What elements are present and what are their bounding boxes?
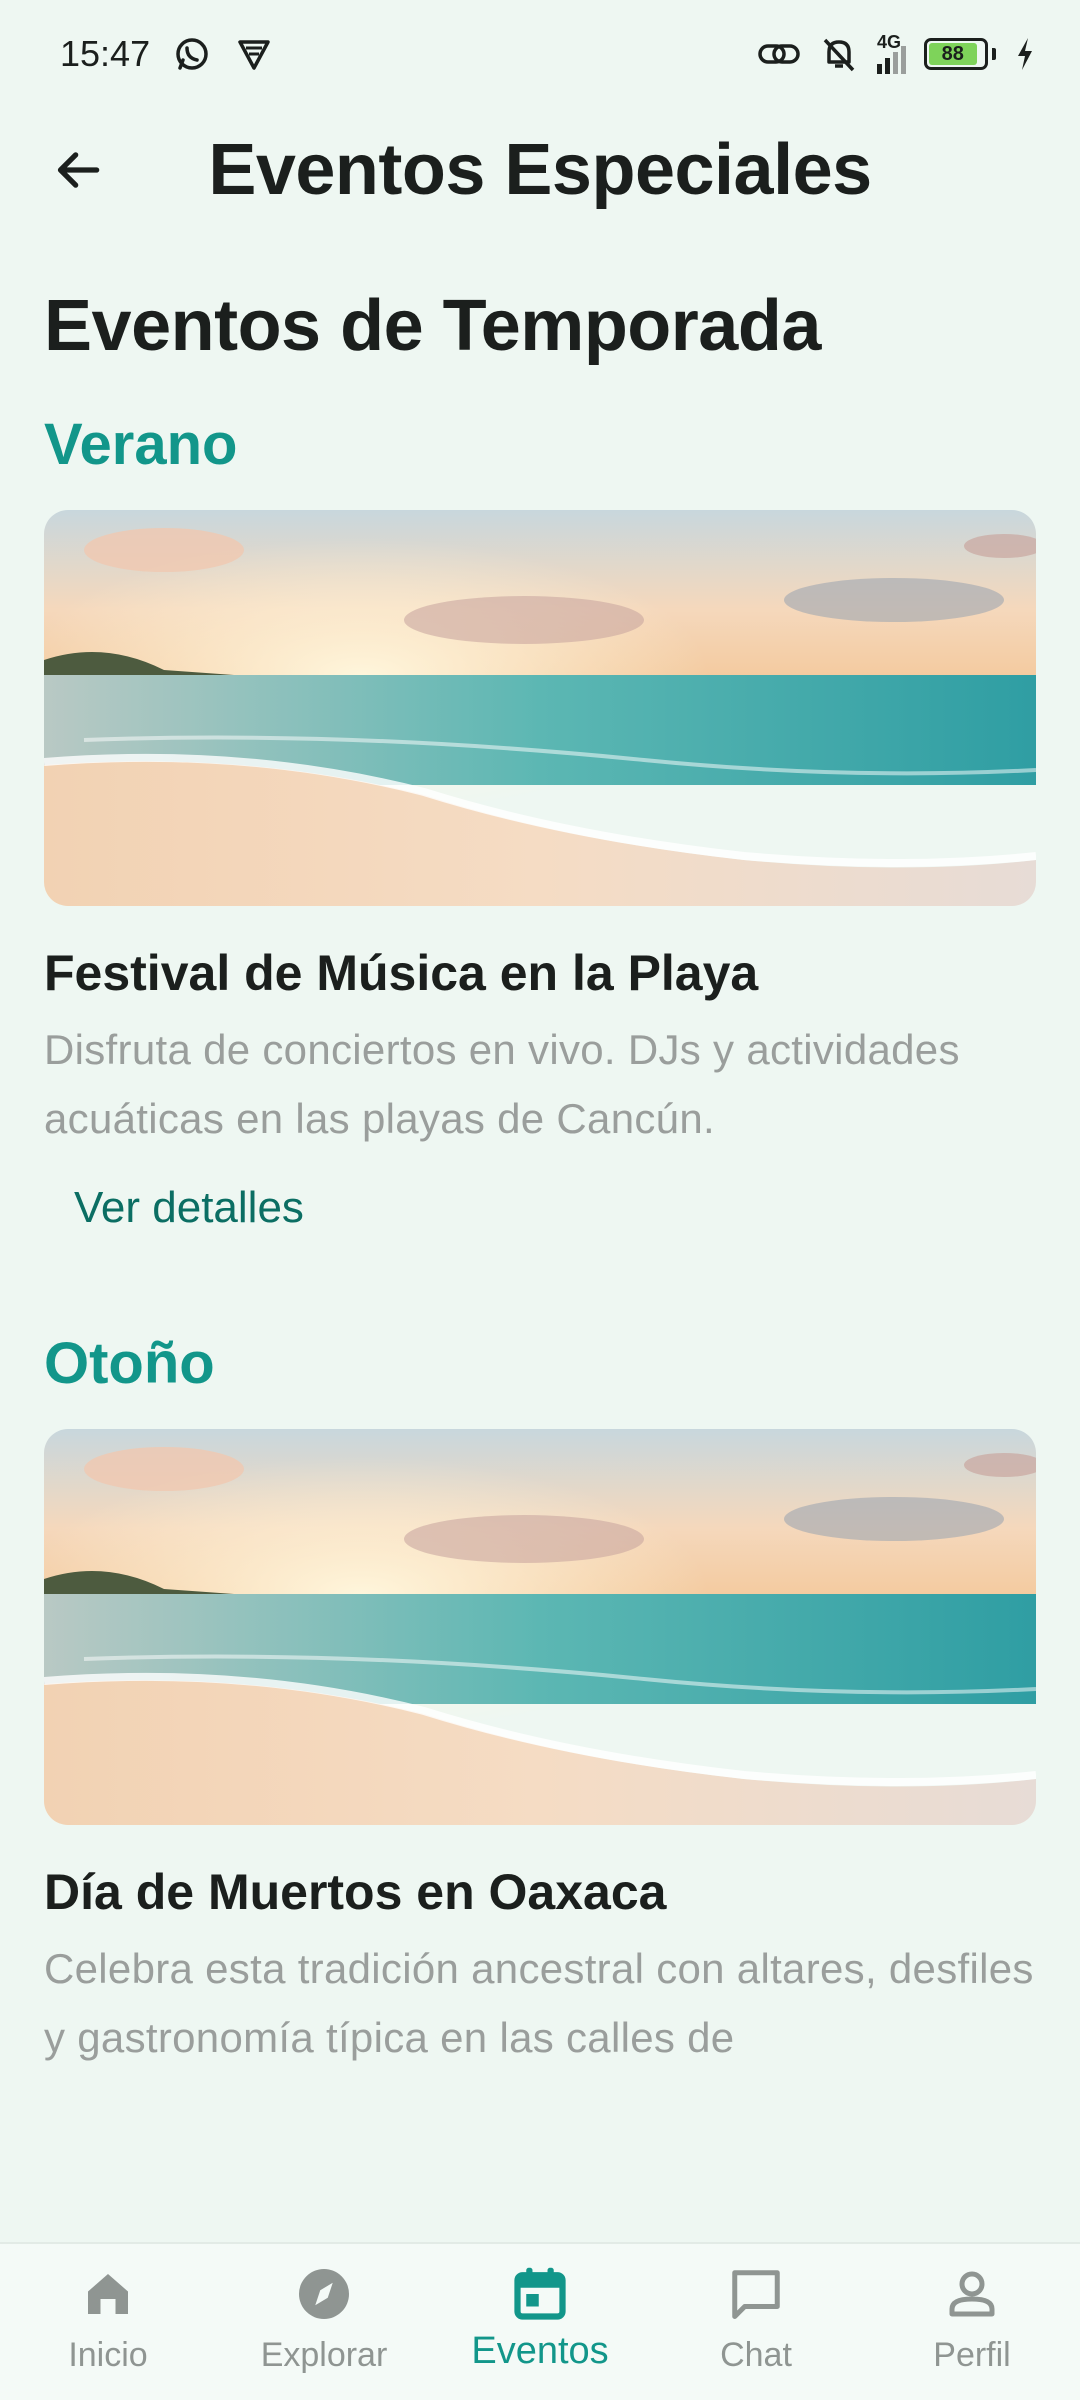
event-description: Celebra esta tradición ancestral con alt… xyxy=(44,1945,1034,2061)
signal-icon: 4G xyxy=(877,32,906,74)
nav-item-chat[interactable]: Chat xyxy=(648,2244,864,2400)
status-bar: 15:47 4G 88 xyxy=(0,0,1080,108)
calendar-icon xyxy=(514,2267,566,2320)
season-title-summer: Verano xyxy=(44,412,238,477)
nav-item-perfil[interactable]: Perfil xyxy=(864,2244,1080,2400)
nav-label: Inicio xyxy=(68,2336,148,2374)
page-title: Eventos Especiales xyxy=(208,130,872,210)
event-title: Festival de Música en la Playa xyxy=(44,945,759,1001)
network-type: 4G xyxy=(877,32,902,52)
season-title-autumn: Otoño xyxy=(44,1331,215,1396)
charging-icon xyxy=(1014,34,1036,74)
nav-label: Perfil xyxy=(933,2336,1011,2374)
app-bar: Eventos Especiales xyxy=(0,108,1080,232)
event-description: Disfruta de conciertos en vivo. DJs y ac… xyxy=(44,1026,960,1142)
link-icon xyxy=(757,34,801,74)
battery-icon: 88 xyxy=(924,38,996,70)
bottom-navigation: Inicio Explorar Eventos Chat Perfil xyxy=(0,2242,1080,2400)
nav-item-inicio[interactable]: Inicio xyxy=(0,2244,216,2400)
beach-sunset-image xyxy=(44,510,1036,906)
nav-label: Explorar xyxy=(260,2336,388,2374)
battery-level: 88 xyxy=(929,43,977,65)
view-details-button[interactable]: Ver detalles xyxy=(44,1175,334,1241)
status-time: 15:47 xyxy=(60,33,151,74)
whatsapp-icon xyxy=(172,34,212,74)
bell-off-icon xyxy=(819,34,859,74)
main-content: Eventos de Temporada Verano Festival de … xyxy=(44,232,1036,2072)
home-icon xyxy=(88,2274,128,2314)
nav-item-eventos[interactable]: Eventos xyxy=(432,2244,648,2400)
section-heading: Eventos de Temporada xyxy=(44,286,821,366)
nav-item-explorar[interactable]: Explorar xyxy=(216,2244,432,2400)
person-icon xyxy=(949,2271,995,2317)
nav-label: Eventos xyxy=(471,2330,609,2372)
nav-label: Chat xyxy=(720,2336,792,2374)
beach-sunset-image xyxy=(44,1429,1036,1825)
vpn-shield-icon xyxy=(234,34,274,74)
chat-icon xyxy=(732,2270,780,2319)
compass-icon xyxy=(299,2269,349,2319)
event-image-day-of-dead[interactable] xyxy=(44,1429,1036,1825)
event-title: Día de Muertos en Oaxaca xyxy=(44,1864,667,1920)
event-image-beach-festival[interactable] xyxy=(44,510,1036,906)
